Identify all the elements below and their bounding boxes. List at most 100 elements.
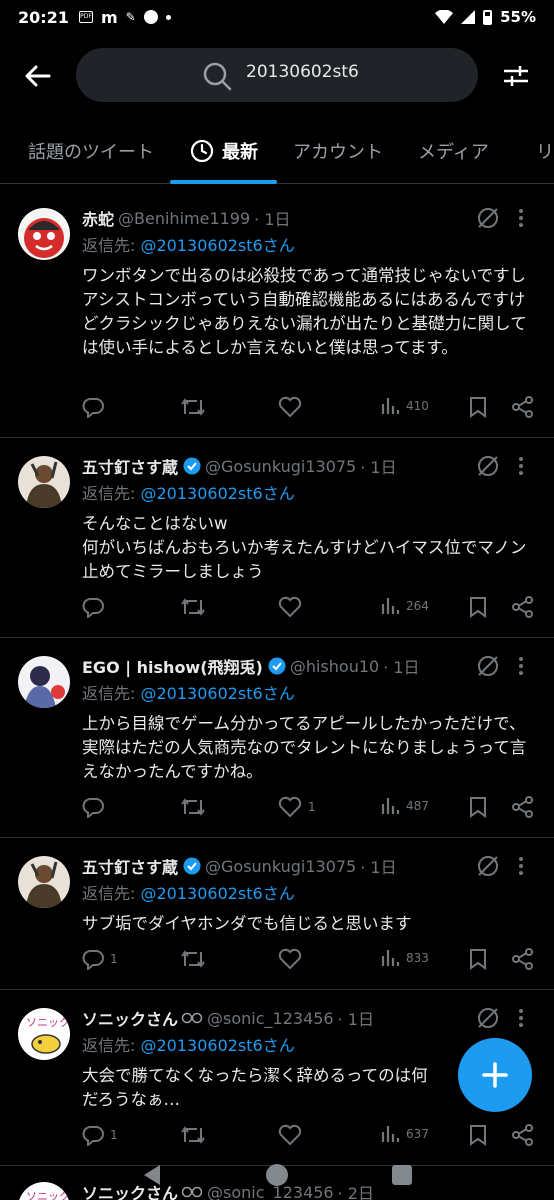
- share-button[interactable]: [512, 796, 534, 818]
- nav-back-icon[interactable]: [140, 1163, 164, 1187]
- bookmark-icon: [470, 597, 486, 618]
- views-button[interactable]: 833: [380, 948, 429, 968]
- tweet-item[interactable]: 赤蛇 @Benihime1199 · 1日 返信先: @20130602st6さ…: [0, 190, 554, 438]
- search-input[interactable]: [246, 62, 446, 82]
- tab-lists[interactable]: リ: [536, 138, 554, 164]
- retweet-icon: [181, 798, 205, 816]
- grok-icon[interactable]: [476, 1006, 500, 1030]
- grok-icon[interactable]: [476, 454, 500, 478]
- avatar[interactable]: [18, 656, 70, 708]
- reply-to-mention[interactable]: @20130602st6さん: [140, 1036, 294, 1055]
- battery-percent: 55%: [500, 8, 536, 26]
- heart-icon: [278, 796, 302, 818]
- avatar[interactable]: [18, 208, 70, 260]
- tweet-actions: 264: [0, 596, 554, 626]
- more-notifications-icon: [165, 14, 171, 20]
- verified-badge-icon: [183, 457, 201, 475]
- tweet-item[interactable]: 五寸釘さす蔵 @Gosunkugi13075 · 1日 返信先: @201306…: [0, 438, 554, 638]
- bookmark-icon: [470, 949, 486, 970]
- tab-media[interactable]: メディア: [418, 138, 489, 164]
- reply-button[interactable]: [82, 596, 110, 618]
- share-button[interactable]: [512, 1124, 534, 1146]
- reply-button[interactable]: 1: [82, 1124, 118, 1146]
- bookmark-button[interactable]: [468, 796, 488, 818]
- retweet-button[interactable]: [180, 596, 206, 618]
- tweet-time: · 1日: [360, 858, 397, 877]
- tweet-author-name[interactable]: 五寸釘さす蔵: [82, 454, 178, 478]
- tweet-author-name[interactable]: 赤蛇: [82, 206, 114, 230]
- retweet-button[interactable]: [180, 1124, 206, 1146]
- back-button[interactable]: [18, 60, 58, 92]
- reply-to-line: 返信先: @20130602st6さん: [82, 480, 295, 504]
- tweet-author-name[interactable]: ソニックさん: [82, 1006, 178, 1030]
- tweet-author-name[interactable]: 五寸釘さす蔵: [82, 854, 178, 878]
- views-button[interactable]: 487: [380, 796, 429, 816]
- tweet-item[interactable]: 五寸釘さす蔵 @Gosunkugi13075 · 1日 返信先: @201306…: [0, 838, 554, 990]
- views-button[interactable]: 410: [380, 396, 429, 416]
- tab-top[interactable]: 話題のツイート: [28, 138, 154, 164]
- carrot-notification-icon: ✎: [125, 10, 136, 24]
- nav-home-icon[interactable]: [265, 1163, 289, 1187]
- compose-tweet-button[interactable]: [458, 1038, 532, 1112]
- filter-button[interactable]: [498, 60, 534, 92]
- nav-recents-icon[interactable]: [390, 1163, 414, 1187]
- heart-icon: [278, 396, 302, 418]
- reply-button[interactable]: [82, 396, 110, 418]
- tweet-time: · 1日: [337, 1010, 374, 1029]
- bookmark-button[interactable]: [468, 948, 488, 970]
- more-options-icon[interactable]: [518, 656, 524, 676]
- view-count: 637: [406, 1127, 429, 1141]
- tweet-item[interactable]: EGO | hishow(飛翔兎) @hishou10 · 1日 返信先: @2…: [0, 638, 554, 838]
- like-button[interactable]: [278, 948, 308, 970]
- tweet-author-handle[interactable]: @sonic_123456: [207, 1009, 334, 1028]
- more-options-icon[interactable]: [518, 456, 524, 476]
- more-options-icon[interactable]: [518, 1008, 524, 1028]
- share-button[interactable]: [512, 596, 534, 618]
- tweet-author-name[interactable]: EGO | hishow(飛翔兎): [82, 654, 263, 678]
- tweet-header: 赤蛇 @Benihime1199 · 1日: [82, 206, 291, 230]
- tab-latest[interactable]: 最新: [190, 138, 258, 164]
- views-button[interactable]: 637: [380, 1124, 429, 1144]
- like-button[interactable]: [278, 1124, 308, 1146]
- gosunkugi-avatar-icon: [26, 461, 62, 508]
- more-options-icon[interactable]: [518, 856, 524, 876]
- system-navigation-bar: [0, 1150, 554, 1200]
- bookmark-button[interactable]: [468, 1124, 488, 1146]
- avatar[interactable]: ソニック: [18, 1008, 70, 1060]
- grok-icon[interactable]: [476, 206, 500, 230]
- retweet-button[interactable]: [180, 396, 206, 418]
- avatar[interactable]: [18, 856, 70, 908]
- share-button[interactable]: [512, 948, 534, 970]
- tweet-time: · 1日: [360, 458, 397, 477]
- reply-icon: [82, 398, 104, 418]
- more-options-icon[interactable]: [518, 208, 524, 228]
- reply-icon: [82, 798, 104, 818]
- reply-to-mention[interactable]: @20130602st6さん: [140, 236, 294, 255]
- views-button[interactable]: 264: [380, 596, 429, 616]
- like-button[interactable]: 1: [278, 796, 316, 818]
- reply-to-mention[interactable]: @20130602st6さん: [140, 684, 294, 703]
- hishow-avatar-icon: [24, 666, 65, 708]
- share-button[interactable]: [512, 396, 534, 418]
- tweet-author-handle[interactable]: @Gosunkugi13075: [205, 457, 356, 476]
- reply-to-mention[interactable]: @20130602st6さん: [140, 484, 294, 503]
- reply-button[interactable]: 1: [82, 948, 118, 970]
- grok-icon[interactable]: [476, 854, 500, 878]
- retweet-button[interactable]: [180, 796, 206, 818]
- retweet-button[interactable]: [180, 948, 206, 970]
- bookmark-button[interactable]: [468, 396, 488, 418]
- view-count: 833: [406, 951, 429, 965]
- reply-button[interactable]: [82, 796, 110, 818]
- search-bar[interactable]: [76, 48, 478, 102]
- tweet-author-handle[interactable]: @Benihime1199: [118, 209, 250, 228]
- like-button[interactable]: [278, 396, 308, 418]
- reply-to-mention[interactable]: @20130602st6さん: [140, 884, 294, 903]
- tab-accounts[interactable]: アカウント: [293, 138, 383, 164]
- tweet-author-handle[interactable]: @hishou10: [290, 657, 379, 676]
- tweet-author-handle[interactable]: @Gosunkugi13075: [205, 857, 356, 876]
- bookmark-button[interactable]: [468, 596, 488, 618]
- avatar[interactable]: [18, 456, 70, 508]
- status-time: 20:21: [18, 7, 69, 27]
- like-button[interactable]: [278, 596, 308, 618]
- grok-icon[interactable]: [476, 654, 500, 678]
